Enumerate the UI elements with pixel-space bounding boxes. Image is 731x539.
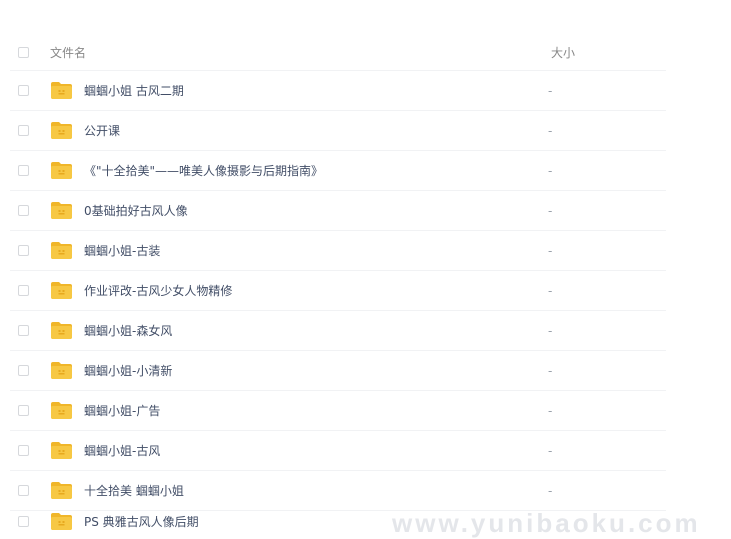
file-size: - — [548, 283, 553, 298]
file-row[interactable]: 蝈蝈小姐-古装 - — [10, 231, 666, 271]
row-checkbox[interactable] — [18, 365, 29, 376]
folder-icon — [50, 201, 73, 220]
watermark: www.yunibaoku.com — [392, 508, 701, 538]
row-checkbox[interactable] — [18, 85, 29, 96]
file-name[interactable]: 蝈蝈小姐-森女风 — [84, 322, 504, 339]
folder-icon — [50, 81, 73, 100]
file-row[interactable]: 蝈蝈小姐-古风 - — [10, 431, 666, 471]
file-size: - — [548, 163, 553, 178]
row-checkbox[interactable] — [18, 205, 29, 216]
file-size: - — [548, 443, 553, 458]
row-checkbox[interactable] — [18, 325, 29, 336]
file-name[interactable]: 蝈蝈小姐-广告 — [84, 402, 504, 419]
folder-icon — [50, 281, 73, 300]
file-name[interactable]: 公开课 — [84, 122, 504, 139]
file-name[interactable]: 蝈蝈小姐 古风二期 — [84, 82, 504, 99]
row-checkbox[interactable] — [18, 485, 29, 496]
folder-icon — [50, 441, 73, 460]
file-size: - — [548, 203, 553, 218]
row-checkbox[interactable] — [18, 165, 29, 176]
file-size: - — [548, 403, 553, 418]
row-checkbox[interactable] — [18, 405, 29, 416]
column-header-name[interactable]: 文件名 — [50, 44, 86, 61]
row-checkbox[interactable] — [18, 515, 29, 527]
file-row[interactable]: 十全拾美 蝈蝈小姐 - — [10, 471, 666, 511]
file-size: - — [548, 483, 553, 498]
file-name[interactable]: 蝈蝈小姐-小清新 — [84, 362, 504, 379]
row-checkbox[interactable] — [18, 285, 29, 296]
folder-icon — [50, 361, 73, 380]
file-name[interactable]: 十全拾美 蝈蝈小姐 — [84, 482, 504, 499]
file-name[interactable]: 蝈蝈小姐-古风 — [84, 442, 504, 459]
folder-icon — [50, 121, 73, 140]
file-list: 文件名 大小 蝈蝈小姐 古风二期 - 公开课 - 《"十全拾美"——唯美人像摄影与后期指… — [10, 34, 666, 531]
file-row[interactable]: 0基础拍好古风人像 - — [10, 191, 666, 231]
file-row[interactable]: 《"十全拾美"——唯美人像摄影与后期指南》 - — [10, 151, 666, 191]
file-name[interactable]: 《"十全拾美"——唯美人像摄影与后期指南》 — [84, 162, 504, 179]
folder-icon — [50, 241, 73, 260]
file-row[interactable]: 公开课 - — [10, 111, 666, 151]
file-size: - — [548, 243, 553, 258]
row-checkbox[interactable] — [18, 245, 29, 256]
file-name[interactable]: 0基础拍好古风人像 — [84, 202, 504, 219]
folder-icon — [50, 321, 73, 340]
list-header: 文件名 大小 — [10, 34, 666, 71]
folder-icon — [50, 481, 73, 500]
folder-icon — [50, 512, 73, 531]
folder-icon — [50, 401, 73, 420]
file-row[interactable]: 作业评改-古风少女人物精修 - — [10, 271, 666, 311]
file-row[interactable]: 蝈蝈小姐-广告 - — [10, 391, 666, 431]
file-row[interactable]: 蝈蝈小姐-森女风 - — [10, 311, 666, 351]
file-size: - — [548, 323, 553, 338]
column-header-size[interactable]: 大小 — [551, 44, 575, 61]
file-name[interactable]: 作业评改-古风少女人物精修 — [84, 282, 504, 299]
file-rows: 蝈蝈小姐 古风二期 - 公开课 - 《"十全拾美"——唯美人像摄影与后期指南》 -0基础拍… — [10, 71, 666, 531]
file-row[interactable]: 蝈蝈小姐 古风二期 - — [10, 71, 666, 111]
file-size: - — [548, 363, 553, 378]
row-checkbox[interactable] — [18, 445, 29, 456]
row-checkbox[interactable] — [18, 125, 29, 136]
file-size: - — [548, 123, 553, 138]
file-row[interactable]: 蝈蝈小姐-小清新 - — [10, 351, 666, 391]
folder-icon — [50, 161, 73, 180]
file-size: - — [548, 83, 553, 98]
select-all-checkbox[interactable] — [18, 46, 29, 58]
file-name[interactable]: 蝈蝈小姐-古装 — [84, 242, 504, 259]
